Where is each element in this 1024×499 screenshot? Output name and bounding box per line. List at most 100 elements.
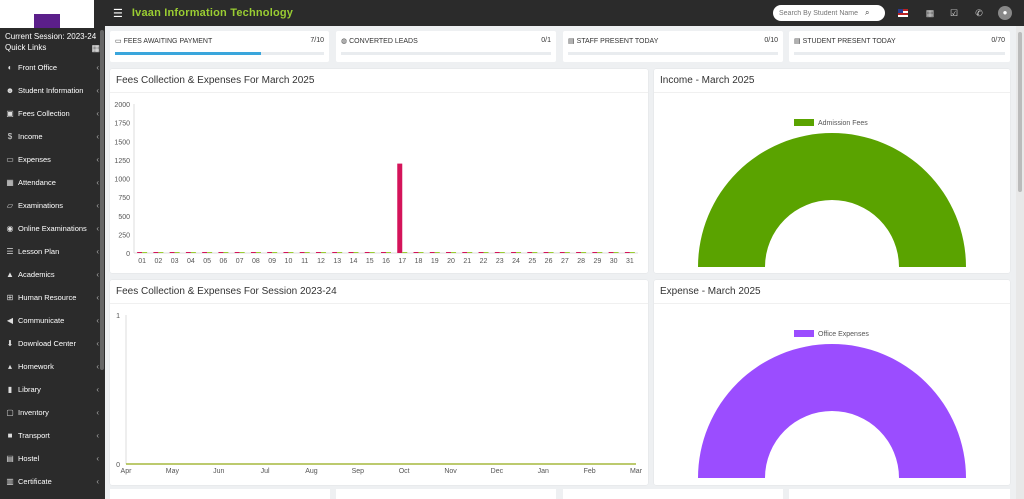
sidebar-item-expenses[interactable]: ▭ Expenses ‹ (0, 148, 105, 171)
stat-converted-leads[interactable]: ◍ Converted Leads 0/1 (336, 31, 556, 62)
x-tick-label: Nov (444, 468, 457, 475)
expense-bar (564, 252, 570, 253)
stat-value: 0/70 (991, 37, 1005, 44)
stat-progress-bar (568, 52, 778, 55)
logo-mark (34, 14, 60, 28)
expense-bar (223, 252, 229, 253)
sidebar-item-certificate[interactable]: ▥ Certificate ‹ (0, 470, 105, 493)
user-avatar-icon[interactable]: ● (998, 6, 1012, 20)
stat-staff-present[interactable]: ▤ Staff Present Today 0/10 (563, 31, 783, 62)
expense-bar (532, 252, 538, 253)
chevron-left-icon: ‹ (96, 178, 99, 187)
expense-bar (629, 252, 635, 253)
x-tick-label: 20 (447, 258, 455, 265)
sidebar-item-online-examinations[interactable]: ◉ Online Examinations ‹ (0, 217, 105, 240)
sidebar-item-academics[interactable]: ▲ Academics ‹ (0, 263, 105, 286)
search-input[interactable] (773, 9, 863, 17)
search-icon[interactable]: ⌕ (865, 8, 869, 18)
x-tick-label: 12 (317, 258, 325, 265)
whatsapp-icon[interactable]: ✆ (972, 6, 986, 20)
x-tick-label: Jan (538, 468, 549, 475)
list-icon: ☰ (6, 247, 14, 256)
sidebar-item-human-resource[interactable]: ⊞ Human Resource ‹ (0, 286, 105, 309)
sidebar-item-label: Attendance (18, 178, 56, 187)
expense-bar (386, 252, 391, 253)
sidebar-item-inventory[interactable]: ▢ Inventory ‹ (0, 401, 105, 424)
sidebar-item-examinations[interactable]: ▱ Examinations ‹ (0, 194, 105, 217)
stat-student-present[interactable]: ▤ Student Present Today 0/70 (789, 31, 1010, 62)
fees-bar (624, 252, 630, 253)
x-tick-label: 02 (154, 258, 162, 265)
stat-progress-bar (115, 52, 324, 55)
expense-bar (516, 252, 522, 253)
x-tick-label: Feb (584, 468, 596, 475)
school-logo[interactable] (0, 0, 94, 28)
fees-bar (397, 163, 403, 253)
stat-fees-awaiting[interactable]: ▭ Fees Awaiting Payment 7/10 (110, 31, 329, 62)
expense-bar (483, 252, 489, 253)
page-scrollbar-thumb[interactable] (1018, 32, 1022, 192)
expense-bar (255, 252, 261, 253)
current-session[interactable]: Current Session: 2023-24 (0, 28, 105, 42)
sidebar-item-download-center[interactable]: ⬇ Download Center ‹ (0, 332, 105, 355)
sidebar-item-label: Expenses (18, 155, 51, 164)
y-tick-label: 1500 (114, 139, 130, 146)
y-tick-label: 750 (118, 195, 130, 202)
x-tick-label: 23 (496, 258, 504, 265)
sidebar-item-label: Transport (18, 431, 50, 440)
chevron-left-icon: ‹ (96, 385, 99, 394)
sidebar-item-lesson-plan[interactable]: ☰ Lesson Plan ‹ (0, 240, 105, 263)
fees-bar (559, 252, 565, 253)
grid-icon[interactable]: ▦ (91, 42, 100, 54)
download-icon: ⬇ (6, 339, 14, 348)
language-flag-icon[interactable] (898, 6, 912, 20)
x-tick-label: 25 (528, 258, 536, 265)
y-tick-label: 250 (118, 232, 130, 239)
money-icon: ▣ (6, 109, 14, 118)
y-tick-label: 1250 (114, 158, 130, 165)
expense-bar (613, 252, 619, 253)
stat-title: ▤ Student Present Today (794, 38, 896, 45)
x-tick-label: 06 (220, 258, 228, 265)
sidebar-item-label: Income (18, 132, 43, 141)
calendar-icon: ▦ (6, 178, 14, 187)
sidebar-item-transport[interactable]: ■ Transport ‹ (0, 424, 105, 447)
expense-bar (499, 252, 505, 253)
sidebar-item-label: Academics (18, 270, 55, 279)
expense-bar (581, 252, 587, 253)
sidebar-item-attendance[interactable]: ▦ Attendance ‹ (0, 171, 105, 194)
fees-bar (413, 252, 419, 253)
sidebar-scrollbar[interactable] (100, 30, 104, 370)
panel-title: Income - March 2025 (654, 69, 1010, 93)
panel-title: Expense - March 2025 (654, 280, 1010, 304)
quick-links[interactable]: Quick Links ▦ (0, 42, 105, 54)
x-tick-label: 24 (512, 258, 520, 265)
legend-label: Admission Fees (818, 120, 868, 127)
menu-toggle-icon[interactable]: ☰ (113, 7, 123, 20)
cap-icon: ▲ (6, 270, 14, 279)
sidebar-item-hostel[interactable]: ▤ Hostel ‹ (0, 447, 105, 470)
sidebar-item-front-office[interactable]: ◐ Front Office ‹ (0, 56, 105, 79)
sidebar-item-student-information[interactable]: ☻ Student Information ‹ (0, 79, 105, 102)
page-scrollbar[interactable] (1016, 26, 1024, 499)
sidebar-item-label: Examinations (18, 201, 64, 210)
chevron-left-icon: ‹ (96, 339, 99, 348)
sidebar-item-label: Communicate (18, 316, 65, 325)
sidebar-item-fees-collection[interactable]: ▣ Fees Collection ‹ (0, 102, 105, 125)
x-tick-label: Dec (491, 468, 504, 475)
expense-bar (597, 252, 603, 253)
x-tick-label: 22 (480, 258, 488, 265)
book-icon: ▮ (7, 385, 13, 394)
stat-value: 7/10 (310, 37, 324, 44)
stat-value: 0/1 (541, 37, 551, 44)
calendar-icon[interactable]: ▦ (923, 6, 937, 20)
expense-bar (548, 252, 554, 253)
task-check-icon[interactable]: ☑ (947, 6, 961, 20)
sidebar-item-homework[interactable]: ▴ Homework ‹ (0, 355, 105, 378)
expense-bar (288, 252, 294, 253)
sidebar-item-library[interactable]: ▮ Library ‹ (0, 378, 105, 401)
expense-bar (418, 252, 424, 253)
sidebar-item-income[interactable]: $ Income ‹ (0, 125, 105, 148)
sidebar-item-communicate[interactable]: ◀ Communicate ‹ (0, 309, 105, 332)
expense-bar (320, 252, 326, 253)
